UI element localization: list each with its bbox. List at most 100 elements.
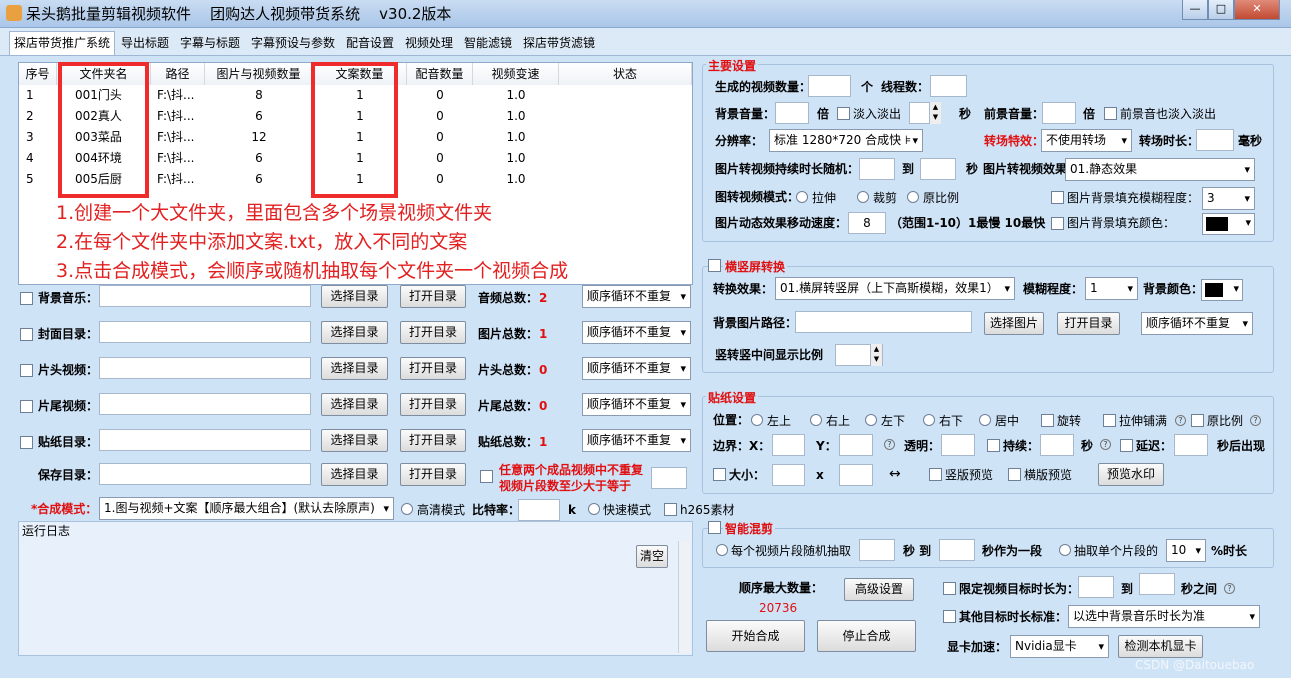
smart-cut-checkbox[interactable] xyxy=(708,521,721,534)
limit-duration-min-input[interactable] xyxy=(1078,576,1114,598)
col-header-media-count[interactable]: 图片与视频数量 xyxy=(205,63,313,85)
col-header-path[interactable]: 路径 xyxy=(151,63,205,85)
gen-count-input[interactable] xyxy=(808,75,851,97)
stretch-tile-checkbox[interactable] xyxy=(1103,414,1116,427)
landscape-order-select[interactable]: 顺序循环不重复 xyxy=(1141,312,1253,335)
bg-music-path-input[interactable] xyxy=(99,285,311,307)
fill-color-checkbox[interactable] xyxy=(1051,217,1064,230)
opacity-input[interactable] xyxy=(941,434,975,456)
pos-bottom-right-radio[interactable] xyxy=(923,414,935,426)
size-width-input[interactable] xyxy=(772,464,805,486)
minimize-button[interactable]: — xyxy=(1182,0,1208,20)
resolution-select[interactable]: 标准 1280*720 合成快 ⊧ xyxy=(769,129,923,152)
pos-bottom-left-radio[interactable] xyxy=(865,414,877,426)
tab-smart-filter[interactable]: 智能滤镜 xyxy=(464,34,512,52)
random-segment-radio[interactable] xyxy=(716,544,728,556)
landscape-preview-checkbox[interactable] xyxy=(1008,468,1021,481)
clear-log-button[interactable]: 清空 xyxy=(636,545,668,568)
maximize-button[interactable]: □ xyxy=(1208,0,1234,20)
sticker-checkbox[interactable] xyxy=(20,436,33,449)
save-select-dir-button[interactable]: 选择目录 xyxy=(321,463,388,486)
lock-ratio-icon[interactable]: ↔ xyxy=(889,466,901,482)
save-open-dir-button[interactable]: 打开目录 xyxy=(400,463,466,486)
cover-open-dir-button[interactable]: 打开目录 xyxy=(400,321,466,344)
duration-help-icon[interactable]: ? xyxy=(1100,439,1111,450)
fg-volume-input[interactable] xyxy=(1042,102,1076,124)
size-checkbox[interactable] xyxy=(713,468,726,481)
blur-level-select[interactable]: 1 xyxy=(1085,277,1138,300)
segment-max-input[interactable] xyxy=(939,539,975,561)
stretch-radio[interactable] xyxy=(796,191,808,203)
tab-subtitle-preset[interactable]: 字幕预设与参数 xyxy=(251,34,335,52)
unique-segments-input[interactable] xyxy=(651,467,687,489)
move-speed-input[interactable]: 8 xyxy=(848,212,886,234)
landscape-checkbox[interactable] xyxy=(708,259,721,272)
mid-ratio-spinner[interactable]: ▲ ▼ xyxy=(870,344,882,366)
pos-top-right-radio[interactable] xyxy=(810,414,822,426)
landscape-open-dir-button[interactable]: 打开目录 xyxy=(1057,312,1120,335)
limit-duration-help-icon[interactable]: ? xyxy=(1224,583,1235,594)
tab-dubbing[interactable]: 配音设置 xyxy=(346,34,394,52)
img-duration-max-input[interactable] xyxy=(920,158,956,180)
segment-min-input[interactable] xyxy=(859,539,895,561)
stretch-help-icon[interactable]: ? xyxy=(1175,415,1186,426)
bg-music-open-dir-button[interactable]: 打开目录 xyxy=(400,285,466,308)
col-header-index[interactable]: 序号 xyxy=(19,63,57,85)
preview-watermark-button[interactable]: 预览水印 xyxy=(1098,463,1164,486)
intro-open-dir-button[interactable]: 打开目录 xyxy=(400,357,466,380)
cover-select-dir-button[interactable]: 选择目录 xyxy=(321,321,388,344)
img-duration-min-input[interactable] xyxy=(859,158,895,180)
limit-duration-checkbox[interactable] xyxy=(943,582,956,595)
outro-open-dir-button[interactable]: 打开目录 xyxy=(400,393,466,416)
margin-x-input[interactable] xyxy=(772,434,805,456)
h265-checkbox[interactable] xyxy=(664,503,677,516)
cover-path-input[interactable] xyxy=(99,321,311,343)
cover-order-select[interactable]: 顺序循环不重复 xyxy=(582,321,691,344)
pos-top-left-radio[interactable] xyxy=(751,414,763,426)
tab-export-title[interactable]: 导出标题 xyxy=(121,34,169,52)
outro-path-input[interactable] xyxy=(99,393,311,415)
run-log-area[interactable] xyxy=(20,538,690,653)
ratio-help-icon[interactable]: ? xyxy=(1250,415,1261,426)
bg-volume-input[interactable] xyxy=(775,102,809,124)
tab-store-filter[interactable]: 探店带货滤镜 xyxy=(523,34,595,52)
tab-subtitle-title[interactable]: 字幕与标题 xyxy=(180,34,240,52)
blur-fill-checkbox[interactable] xyxy=(1051,191,1064,204)
compose-mode-select[interactable]: 1.图与视频+文案【顺序最大组合】(默认去除原声) xyxy=(99,497,394,520)
margin-help-icon[interactable]: ? xyxy=(884,439,895,450)
single-segment-radio[interactable] xyxy=(1059,544,1071,556)
img-effect-select[interactable]: 01.静态效果 xyxy=(1065,158,1255,181)
size-height-input[interactable] xyxy=(839,464,873,486)
sticker-ratio-checkbox[interactable] xyxy=(1191,414,1204,427)
gpu-select[interactable]: Nvidia显卡 xyxy=(1010,635,1109,658)
select-image-button[interactable]: 选择图片 xyxy=(984,312,1044,335)
col-header-dub-count[interactable]: 配音数量 xyxy=(407,63,473,85)
delay-input[interactable] xyxy=(1174,434,1208,456)
intro-select-dir-button[interactable]: 选择目录 xyxy=(321,357,388,380)
bg-image-path-input[interactable] xyxy=(795,311,972,333)
other-standard-select[interactable]: 以选中背景音乐时长为准 xyxy=(1068,605,1260,628)
tab-video-processing[interactable]: 视频处理 xyxy=(405,34,453,52)
col-header-speed[interactable]: 视频变速 xyxy=(473,63,559,85)
fade-seconds-spinner[interactable]: ▲ ▼ xyxy=(929,102,941,124)
duration-checkbox[interactable] xyxy=(987,439,1000,452)
sticker-select-dir-button[interactable]: 选择目录 xyxy=(321,429,388,452)
bg-music-checkbox[interactable] xyxy=(20,292,33,305)
intro-order-select[interactable]: 顺序循环不重复 xyxy=(582,357,691,380)
convert-effect-select[interactable]: 01.横屏转竖屏（上下高斯模糊，效果1） xyxy=(775,277,1015,300)
outro-order-select[interactable]: 顺序循环不重复 xyxy=(582,393,691,416)
sticker-order-select[interactable]: 顺序循环不重复 xyxy=(582,429,691,452)
advanced-settings-button[interactable]: 高级设置 xyxy=(844,578,914,601)
delay-checkbox[interactable] xyxy=(1120,439,1133,452)
col-header-status[interactable]: 状态 xyxy=(559,63,692,85)
fill-color-picker[interactable] xyxy=(1202,213,1255,235)
sticker-open-dir-button[interactable]: 打开目录 xyxy=(400,429,466,452)
original-ratio-radio[interactable] xyxy=(907,191,919,203)
transition-duration-input[interactable] xyxy=(1196,129,1234,151)
start-compose-button[interactable]: 开始合成 xyxy=(706,620,805,652)
log-scrollbar[interactable] xyxy=(678,541,690,653)
pos-center-radio[interactable] xyxy=(979,414,991,426)
sticker-path-input[interactable] xyxy=(99,429,311,451)
bg-music-select-dir-button[interactable]: 选择目录 xyxy=(321,285,388,308)
detect-gpu-button[interactable]: 检测本机显卡 xyxy=(1118,635,1203,658)
